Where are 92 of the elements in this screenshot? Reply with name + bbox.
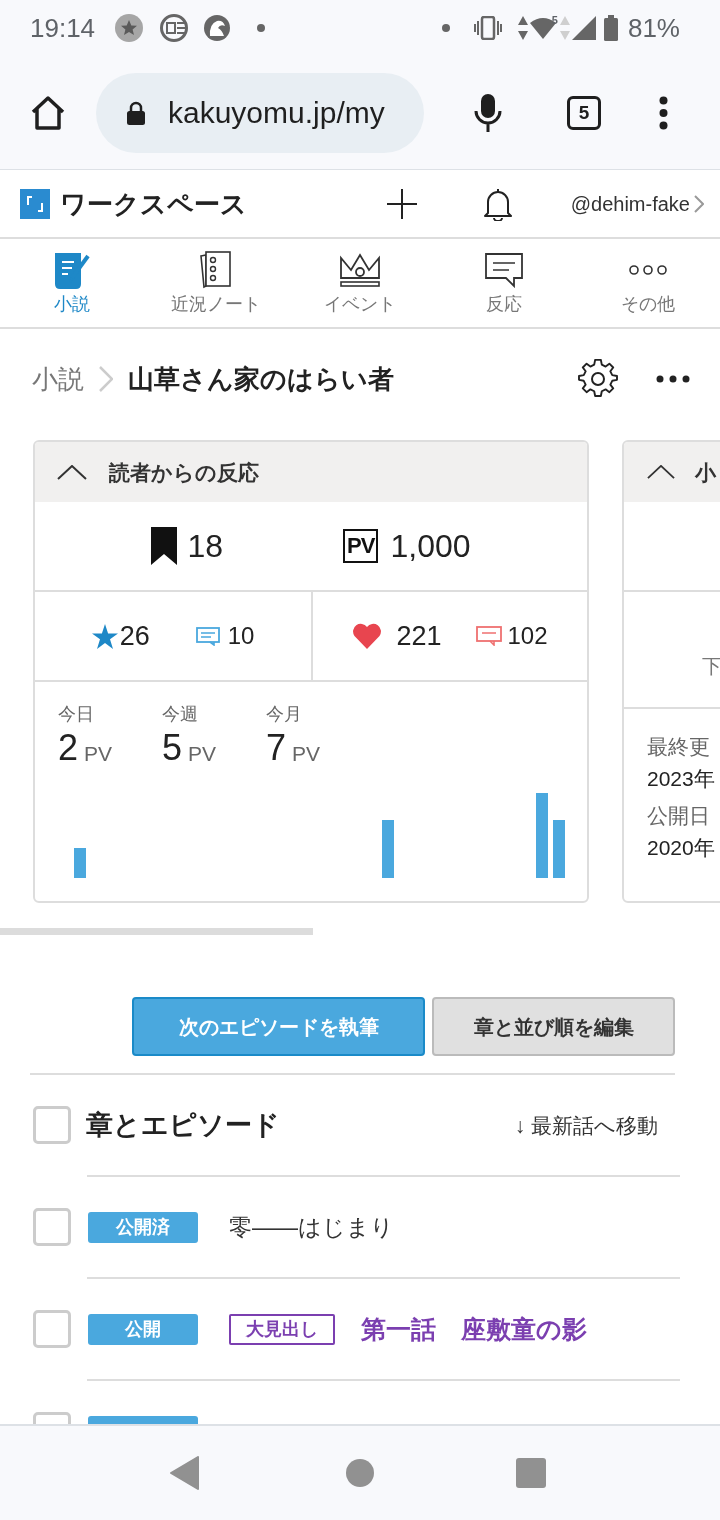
heading-tag: 大見出し <box>229 1313 335 1345</box>
workspace-title: ワークスペース <box>60 190 247 217</box>
card-header[interactable]: 小 <box>624 442 720 502</box>
home-button-icon[interactable] <box>345 1458 375 1488</box>
back-icon[interactable] <box>170 1456 200 1490</box>
tab-label: 反応 <box>486 295 522 313</box>
signal-icon <box>571 16 596 40</box>
nav-tab[interactable]: その他 <box>576 239 720 327</box>
period-label: 今日 <box>58 703 95 726</box>
heart-icon <box>352 623 383 649</box>
tab-label: 小説 <box>54 295 90 313</box>
card-title: 小 <box>695 461 716 483</box>
battery-icon <box>603 15 618 41</box>
chevron-up-icon[interactable] <box>647 465 675 479</box>
review-icon <box>195 626 220 646</box>
chevron-right-icon[interactable] <box>694 194 704 213</box>
menu-icon[interactable] <box>659 95 668 130</box>
bookmark-icon <box>151 527 178 565</box>
nav-tab[interactable]: 近況ノート <box>144 239 288 327</box>
pv-bar <box>74 848 86 878</box>
follow-count: 18 <box>187 530 224 562</box>
status-badge: 公開 <box>88 1313 198 1345</box>
pv-bar <box>553 820 565 878</box>
crown-icon <box>339 252 381 288</box>
period-unit: PV <box>84 743 113 764</box>
status-badge: 公開済 <box>88 1211 198 1243</box>
pv-total: 1,000 <box>390 530 471 562</box>
wifi-label: 5 <box>551 14 558 26</box>
clock-time: 19:14 <box>30 15 96 41</box>
lock-icon <box>126 100 146 125</box>
settings-icon[interactable] <box>578 359 618 399</box>
period-value: 2 <box>58 730 79 766</box>
breadcrumb-link[interactable]: 小説 <box>32 366 84 392</box>
card-title: 読者からの反応 <box>109 461 259 483</box>
tab-label: 近況ノート <box>171 295 261 313</box>
tab-label: イベント <box>324 295 396 313</box>
period-label: 今月 <box>266 703 303 726</box>
info-label: 公開日 <box>647 804 711 828</box>
pv-label: PV <box>343 529 379 563</box>
period-label: 今週 <box>162 703 199 726</box>
bird-app-icon <box>203 14 232 42</box>
episode-title[interactable]: 零――はじまり <box>229 1215 394 1239</box>
more-icon <box>628 264 668 276</box>
speech-bubble-icon <box>484 252 524 288</box>
checkbox[interactable] <box>33 1208 71 1246</box>
chapter-title[interactable]: 第一話 座敷童の影 <box>361 1316 587 1342</box>
checkbox[interactable] <box>33 1106 71 1144</box>
nav-tab[interactable]: 反応 <box>432 239 576 327</box>
logo-icon[interactable] <box>20 188 50 219</box>
chevron-right-icon <box>99 366 113 392</box>
account-link[interactable]: @dehim-fake <box>570 193 690 214</box>
checkbox[interactable] <box>33 1310 71 1348</box>
pv-bar <box>382 820 394 878</box>
star-count: 26 <box>119 622 150 650</box>
period-unit: PV <box>292 743 321 764</box>
period-value: 5 <box>162 730 183 766</box>
tab-count-button[interactable]: 5 <box>567 95 601 130</box>
data-arrows-icon <box>559 16 570 40</box>
comment-count: 102 <box>507 624 548 648</box>
home-icon[interactable] <box>30 94 66 131</box>
heart-count: 221 <box>396 622 442 650</box>
info-label: 最終更 <box>647 735 711 759</box>
microphone-icon[interactable] <box>473 92 503 133</box>
nav-tab[interactable]: 小説 <box>0 239 144 327</box>
url-text: kakuyomu.jp/my <box>168 97 385 128</box>
address-bar[interactable]: kakuyomu.jp/my <box>96 72 424 153</box>
jump-to-latest-link[interactable]: ↓ 最新話へ移動 <box>514 1114 658 1136</box>
period-value: 7 <box>266 730 287 766</box>
novel-title: 山草さん家のはらい者 <box>128 366 394 392</box>
news-app-icon <box>160 14 189 42</box>
scroll-pen-icon <box>52 250 92 290</box>
plus-icon[interactable] <box>385 187 418 220</box>
review-count: 10 <box>227 624 255 648</box>
bell-icon[interactable] <box>482 186 513 221</box>
comment-icon <box>475 626 502 646</box>
star-icon <box>91 623 118 649</box>
notification-dot-icon <box>441 24 450 32</box>
info-value: 2020年 <box>647 836 716 860</box>
star-app-icon <box>115 14 144 42</box>
card-header[interactable]: 読者からの反応 <box>35 442 587 502</box>
info-value: 2023年 <box>647 767 716 791</box>
data-arrows-icon <box>517 16 528 40</box>
vibrate-icon <box>473 16 502 40</box>
tab-label: その他 <box>621 295 675 313</box>
notification-dot-icon <box>257 24 266 32</box>
more-icon[interactable] <box>656 375 690 383</box>
battery-level: 81% <box>627 15 680 41</box>
edit-order-button[interactable]: 章と並び順を編集 <box>432 997 675 1056</box>
chevron-up-icon[interactable] <box>57 464 87 480</box>
period-unit: PV <box>188 743 217 764</box>
section-title: 章とエピソード <box>86 1111 280 1139</box>
nav-tab[interactable]: イベント <box>288 239 432 327</box>
